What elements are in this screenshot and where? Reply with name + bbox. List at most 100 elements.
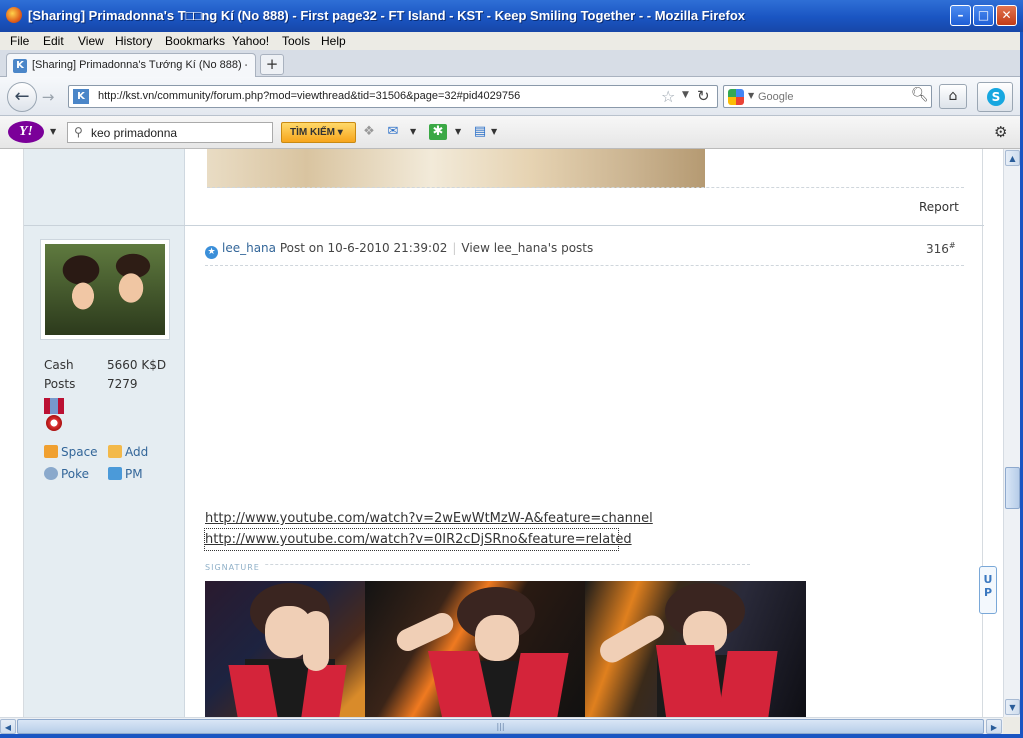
space-link[interactable]: Space: [44, 445, 98, 459]
firefox-icon: [6, 7, 22, 23]
toolbar-separator-icon: ❖: [363, 124, 375, 139]
site-identity-icon[interactable]: K: [73, 89, 89, 104]
posts-value[interactable]: 7279: [107, 377, 138, 391]
add-label: Add: [125, 445, 149, 459]
menu-tools[interactable]: Tools: [282, 34, 310, 48]
menu-file[interactable]: File: [10, 34, 29, 48]
menu-bar: File Edit View History Bookmarks Yahoo! …: [0, 32, 1023, 50]
poke-label: Poke: [61, 467, 90, 481]
vertical-scroll-thumb[interactable]: [1005, 467, 1020, 509]
signature-label: SIGNATURE: [205, 563, 264, 572]
add-friend-icon: [108, 445, 122, 458]
maximize-button[interactable]: □: [973, 5, 994, 26]
posts-label: Posts: [44, 377, 76, 391]
page-viewport[interactable]: Report Cash 5660 K$D Posts 7279 Space Add …: [0, 149, 1003, 717]
back-button[interactable]: ←: [7, 82, 37, 112]
poke-link[interactable]: Poke: [44, 467, 89, 481]
tab-strip: K [Sharing] Primadonna's Tướng Kí (No 88…: [0, 50, 1023, 77]
url-text[interactable]: http://kst.vn/community/forum.php?mod=vi…: [98, 90, 520, 102]
gear-icon[interactable]: ⚙: [994, 123, 1007, 141]
addon-icon[interactable]: ✱: [429, 124, 447, 140]
signature-divider: SIGNATURE: [205, 559, 750, 572]
menu-history[interactable]: History: [115, 34, 152, 48]
yahoo-dropdown-icon[interactable]: ▼: [50, 127, 56, 136]
previous-post-image: [207, 149, 705, 188]
address-bar[interactable]: K http://kst.vn/community/forum.php?mod=…: [68, 85, 718, 108]
page-dropdown-icon[interactable]: ▼: [491, 127, 497, 136]
scroll-left-arrow-icon[interactable]: ◀: [0, 719, 16, 734]
page-icon[interactable]: ▤: [471, 124, 489, 140]
online-status-icon: ★: [205, 246, 218, 259]
yahoo-search-button[interactable]: TÌM KIẾM ▾: [281, 122, 356, 143]
report-link[interactable]: Report: [919, 200, 959, 214]
post-number[interactable]: 316#: [926, 241, 956, 256]
window-titlebar: [Sharing] Primadonna's T□□ng Kí (No 888)…: [0, 0, 1023, 32]
signature-image: [205, 581, 806, 717]
post-header: ★ lee_hana Post on 10-6-2010 21:39:02 | Vie…: [205, 241, 965, 259]
close-button[interactable]: ✕: [996, 5, 1017, 26]
add-friend-link[interactable]: Add: [108, 445, 148, 459]
menu-yahoo[interactable]: Yahoo!: [232, 34, 269, 48]
horizontal-scroll-thumb[interactable]: |||: [17, 719, 984, 734]
skype-button[interactable]: S: [977, 82, 1013, 112]
search-bar[interactable]: ▼ 🔍︎: [723, 85, 932, 108]
new-tab-button[interactable]: +: [260, 54, 284, 75]
home-icon: [44, 445, 58, 458]
scrollbar-corner: [1003, 717, 1020, 734]
cash-label: Cash: [44, 358, 74, 372]
divider: [207, 187, 964, 188]
youtube-link-1[interactable]: http://www.youtube.com/watch?v=2wEwWtMzW…: [205, 508, 653, 529]
space-label: Space: [61, 445, 98, 459]
scroll-up-button[interactable]: U P: [979, 566, 997, 614]
pm-label: PM: [125, 467, 143, 481]
view-posts-link[interactable]: View lee_hana's posts: [461, 241, 593, 255]
search-icon[interactable]: 🔍︎: [911, 87, 929, 103]
mail-dropdown-icon[interactable]: ▼: [410, 127, 416, 136]
minimize-button[interactable]: –: [950, 5, 971, 26]
yahoo-search-input[interactable]: [91, 125, 267, 140]
post-date: Post on 10-6-2010 21:39:02: [279, 241, 448, 255]
yahoo-logo[interactable]: Y!: [8, 121, 44, 143]
user-stats: Cash 5660 K$D Posts 7279: [44, 356, 166, 394]
scroll-up-arrow-icon[interactable]: ▲: [1005, 150, 1020, 166]
scroll-down-arrow-icon[interactable]: ▼: [1005, 699, 1020, 715]
poke-icon: [44, 467, 58, 480]
horizontal-scrollbar[interactable]: ◀ ||| ▶: [0, 717, 1003, 734]
addon-dropdown-icon[interactable]: ▼: [455, 127, 461, 136]
username-link[interactable]: lee_hana: [222, 241, 276, 255]
vertical-scrollbar[interactable]: ▲ ▼: [1003, 149, 1020, 717]
site-favicon-icon: K: [13, 59, 27, 73]
pm-link[interactable]: PM: [108, 467, 143, 481]
menu-bookmarks[interactable]: Bookmarks: [165, 34, 225, 48]
menu-view[interactable]: View: [78, 34, 104, 48]
envelope-icon: [108, 467, 122, 480]
youtube-link-2[interactable]: http://www.youtube.com/watch?v=0IR2cDjSR…: [204, 528, 632, 551]
scroll-right-arrow-icon[interactable]: ▶: [986, 719, 1002, 734]
signature-photo-3: [585, 581, 806, 717]
engine-dropdown-icon[interactable]: ▼: [748, 91, 754, 100]
navigation-bar: ← → K http://kst.vn/community/forum.php?…: [0, 77, 1023, 116]
reload-icon[interactable]: ↻: [697, 87, 710, 105]
menu-edit[interactable]: Edit: [43, 34, 64, 48]
avatar[interactable]: [40, 239, 170, 340]
tab-active[interactable]: K [Sharing] Primadonna's Tướng Kí (No 88…: [6, 53, 256, 77]
yahoo-toolbar: Y! ▼ ⚲ TÌM KIẾM ▾ ❖ ✉ ▼ ✱ ▼ ▤ ▼ ⚙: [0, 116, 1023, 149]
medal-icon[interactable]: [44, 398, 64, 432]
forum-thread: Report Cash 5660 K$D Posts 7279 Space Add …: [23, 149, 984, 717]
yahoo-search-box[interactable]: ⚲: [67, 122, 273, 143]
mail-icon[interactable]: ✉: [384, 124, 402, 140]
previous-post-sidebar: [24, 149, 185, 225]
google-engine-icon[interactable]: [728, 89, 744, 105]
cash-value: 5660 K$D: [107, 358, 167, 372]
signature-photo-2: [365, 581, 585, 717]
skype-icon: S: [987, 88, 1005, 106]
signature-photo-1: [205, 581, 365, 717]
window-title: [Sharing] Primadonna's T□□ng Kí (No 888)…: [28, 8, 746, 23]
url-dropdown-icon[interactable]: ▼: [682, 90, 689, 100]
bookmark-star-icon[interactable]: ☆: [661, 87, 675, 106]
forward-button[interactable]: →: [37, 87, 59, 107]
home-button[interactable]: ⌂: [939, 84, 967, 109]
search-input[interactable]: [758, 89, 903, 105]
avatar-image: [45, 244, 165, 335]
menu-help[interactable]: Help: [321, 34, 346, 48]
